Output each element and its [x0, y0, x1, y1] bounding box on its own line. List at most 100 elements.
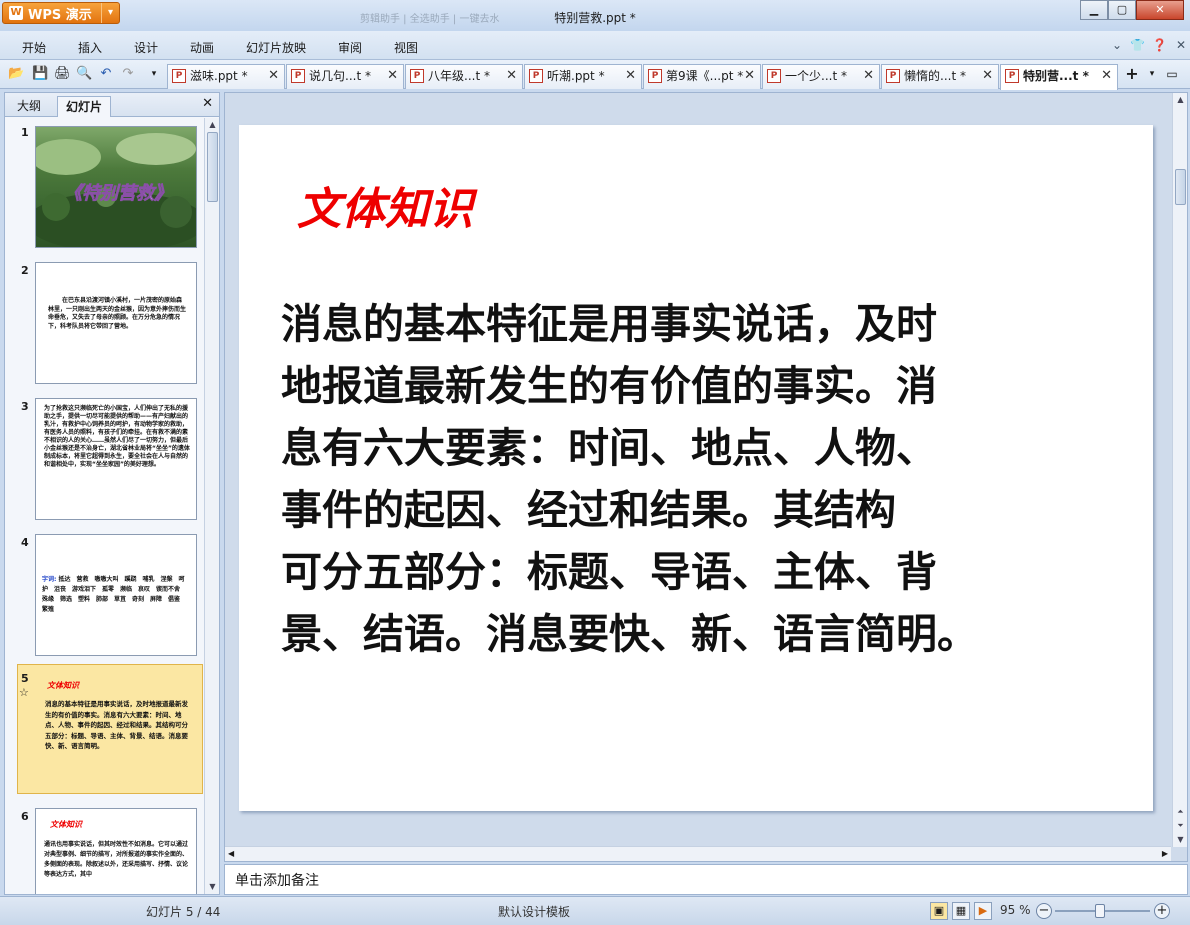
print-preview-icon[interactable]: 🔍: [76, 66, 92, 82]
open-folder-icon[interactable]: 📂: [8, 66, 24, 82]
skin-icon[interactable]: 👕: [1130, 38, 1145, 52]
slide-line: 事件的起因、经过和结果。其结构: [281, 486, 896, 534]
menu-view[interactable]: 视图: [394, 39, 418, 56]
doc-tab-8-active[interactable]: P 特别营...t * ✕: [1000, 64, 1118, 90]
doc-tab-6[interactable]: P 一个少...t * ✕: [762, 64, 880, 89]
slide-sorter-icon[interactable]: ▦: [952, 902, 970, 920]
close-tab-icon[interactable]: ✕: [268, 65, 279, 87]
scroll-down-icon[interactable]: ▼: [1173, 833, 1188, 847]
ppt-file-icon: P: [767, 69, 781, 83]
menu-insert[interactable]: 插入: [78, 39, 102, 56]
slide-counter: 幻灯片 5 / 44: [146, 905, 221, 919]
ppt-file-icon: P: [648, 69, 662, 83]
zoom-slider-knob[interactable]: [1095, 904, 1105, 918]
scroll-up-icon[interactable]: ▲: [205, 118, 220, 132]
thumb-number: 3: [21, 400, 29, 413]
ppt-file-icon: P: [886, 69, 900, 83]
maximize-button[interactable]: ▢: [1108, 0, 1136, 20]
help-icon[interactable]: ❓: [1152, 38, 1167, 52]
slide-body-text[interactable]: 消息的基本特征是用事实说话，及时 地报道最新发生的有价值的事实。消 息有六大要素…: [281, 293, 1131, 665]
close-tab-icon[interactable]: ✕: [387, 65, 398, 87]
close-tab-icon[interactable]: ✕: [982, 65, 993, 87]
doc-tab-label: 说几句...t *: [309, 69, 371, 83]
thumb-text: 通讯也用事实说话，但其时效性不如消息。它可以通过对典型事例、细节的描写，对所报道…: [44, 841, 189, 878]
scrollbar-thumb[interactable]: [1175, 169, 1186, 205]
thumb-number: 5: [21, 672, 29, 685]
scroll-left-icon[interactable]: ◀: [228, 847, 234, 861]
tab-layout-icon[interactable]: ▭: [1164, 66, 1180, 82]
doc-tab-5[interactable]: P 第9课《...pt * ✕: [643, 64, 761, 89]
slide-thumbnail-6[interactable]: 文体知识 通讯也用事实说话，但其时效性不如消息。它可以通过对典型事例、细节的描写…: [35, 808, 197, 894]
slide-thumbnail-5-selected[interactable]: 文体知识 消息的基本特征是用事实说话，及时地报道最新发生的有价值的事实。消息有六…: [35, 672, 197, 788]
minimize-button[interactable]: ▁: [1080, 0, 1108, 20]
thumb-text: 在巴东县沿渡河镇小溪村，一片茂密的原始森林里，一只刚出生两天的金丝猴，因为意外摔…: [48, 297, 187, 330]
editor-vertical-scrollbar[interactable]: ▲ ⏶ ⏷ ▼: [1172, 93, 1187, 847]
close-tab-icon[interactable]: ✕: [625, 65, 636, 87]
thumb-label: 字词:: [42, 576, 57, 583]
menu-slideshow[interactable]: 幻灯片放映: [246, 39, 306, 56]
notes-pane[interactable]: 单击添加备注: [224, 864, 1188, 895]
editor-horizontal-scrollbar[interactable]: ◀ ▶: [225, 846, 1171, 861]
print-icon[interactable]: 🖨: [54, 66, 71, 82]
doc-tab-label: 八年级...t *: [428, 69, 490, 83]
prev-slide-icon[interactable]: ⏶: [1173, 805, 1188, 819]
thumb-text: 消息的基本特征是用事实说话，及时地报道最新发生的有价值的事实。消息有六大要素：时…: [45, 700, 188, 750]
zoom-out-icon[interactable]: −: [1036, 903, 1052, 919]
tab-list-dropdown-icon[interactable]: ▾: [1144, 66, 1160, 82]
close-tab-icon[interactable]: ✕: [744, 65, 755, 87]
slide-thumbnail-3[interactable]: 为了抢救这只濒临死亡的小国宝，人们伸出了无私的援助之手，提供一切尽可能提供的帮助…: [35, 398, 197, 520]
new-tab-plus-icon[interactable]: +: [1124, 66, 1140, 82]
tab-slides[interactable]: 幻灯片: [57, 96, 112, 117]
doc-tab-label: 听潮.ppt *: [547, 69, 605, 83]
quick-toolbar: 📂 💾 🖨 🔍 ↶ ↷ ▾ P 滋味.ppt * ✕ P 说几句...t * ✕ P 八年…: [0, 60, 1190, 90]
close-tab-icon[interactable]: ✕: [1101, 65, 1112, 87]
close-tab-icon[interactable]: ✕: [506, 65, 517, 87]
close-tab-icon[interactable]: ✕: [863, 65, 874, 87]
thumbnail-scrollbar[interactable]: ▲ ▼: [204, 118, 219, 894]
thumb-title: 文体知识: [50, 820, 82, 829]
collapse-ribbon-icon[interactable]: ⌄: [1112, 38, 1122, 52]
slideshow-play-icon[interactable]: ▶: [974, 902, 992, 920]
thumb-number: 2: [21, 264, 29, 277]
menu-design[interactable]: 设计: [134, 39, 158, 56]
save-icon[interactable]: 💾: [32, 66, 48, 82]
scroll-up-icon[interactable]: ▲: [1173, 93, 1188, 107]
doc-tab-1[interactable]: P 滋味.ppt * ✕: [167, 64, 285, 89]
customize-toolbar-icon[interactable]: ▾: [146, 66, 162, 82]
doc-tab-4[interactable]: P 听潮.ppt * ✕: [524, 64, 642, 89]
thumb-title: 《特别营救》: [64, 183, 173, 205]
slide-thumbnail-list: 1 《特别营救》 2 在巴东县沿渡河镇小溪村，一片茂密的原始森林里，一只刚出生两…: [5, 118, 205, 894]
doc-tab-2[interactable]: P 说几句...t * ✕: [286, 64, 404, 89]
doc-tab-3[interactable]: P 八年级...t * ✕: [405, 64, 523, 89]
menu-animation[interactable]: 动画: [190, 39, 214, 56]
thumb-number: 4: [21, 536, 29, 549]
notes-placeholder: 单击添加备注: [235, 873, 319, 889]
menu-home[interactable]: 开始: [22, 39, 46, 56]
close-doc-icon[interactable]: ✕: [1176, 38, 1186, 52]
normal-view-icon[interactable]: ▣: [930, 902, 948, 920]
scroll-right-icon[interactable]: ▶: [1162, 847, 1168, 861]
menu-review[interactable]: 审阅: [338, 39, 362, 56]
slide-editor: 文体知识 消息的基本特征是用事实说话，及时 地报道最新发生的有价值的事实。消 息…: [224, 92, 1188, 862]
close-panel-icon[interactable]: ✕: [202, 96, 213, 111]
doc-tab-7[interactable]: P 懒惰的...t * ✕: [881, 64, 999, 89]
slide-thumbnail-4[interactable]: 字词: 抵达 营救 嗷嗷大叫 蹊跷 哺乳 涅槃 呵护 沮丧 游戏泪下 孤零 濒临…: [35, 534, 197, 656]
slide-line: 息有六大要素：时间、地点、人物、: [281, 424, 937, 472]
zoom-level: 95 %: [1000, 903, 1031, 917]
panel-tabs: 大纲 幻灯片 ✕: [5, 93, 219, 117]
tab-outline[interactable]: 大纲: [9, 96, 49, 117]
next-slide-icon[interactable]: ⏷: [1173, 819, 1188, 833]
doc-tab-label: 特别营...t *: [1023, 69, 1089, 83]
close-window-button[interactable]: ✕: [1136, 0, 1184, 20]
slide-title[interactable]: 文体知识: [297, 173, 473, 237]
slide-line: 景、结语。消息要快、新、语言简明。: [281, 610, 978, 658]
zoom-in-icon[interactable]: +: [1154, 903, 1170, 919]
slide-thumbnail-1[interactable]: 《特别营救》: [35, 126, 197, 248]
redo-icon[interactable]: ↷: [120, 66, 136, 82]
doc-tab-label: 懒惰的...t *: [904, 69, 966, 83]
scrollbar-thumb[interactable]: [207, 132, 218, 202]
scroll-down-icon[interactable]: ▼: [205, 880, 220, 894]
slide-thumbnail-2[interactable]: 在巴东县沿渡河镇小溪村，一片茂密的原始森林里，一只刚出生两天的金丝猴，因为意外摔…: [35, 262, 197, 384]
undo-icon[interactable]: ↶: [98, 66, 114, 82]
current-slide[interactable]: 文体知识 消息的基本特征是用事实说话，及时 地报道最新发生的有价值的事实。消 息…: [239, 125, 1153, 811]
